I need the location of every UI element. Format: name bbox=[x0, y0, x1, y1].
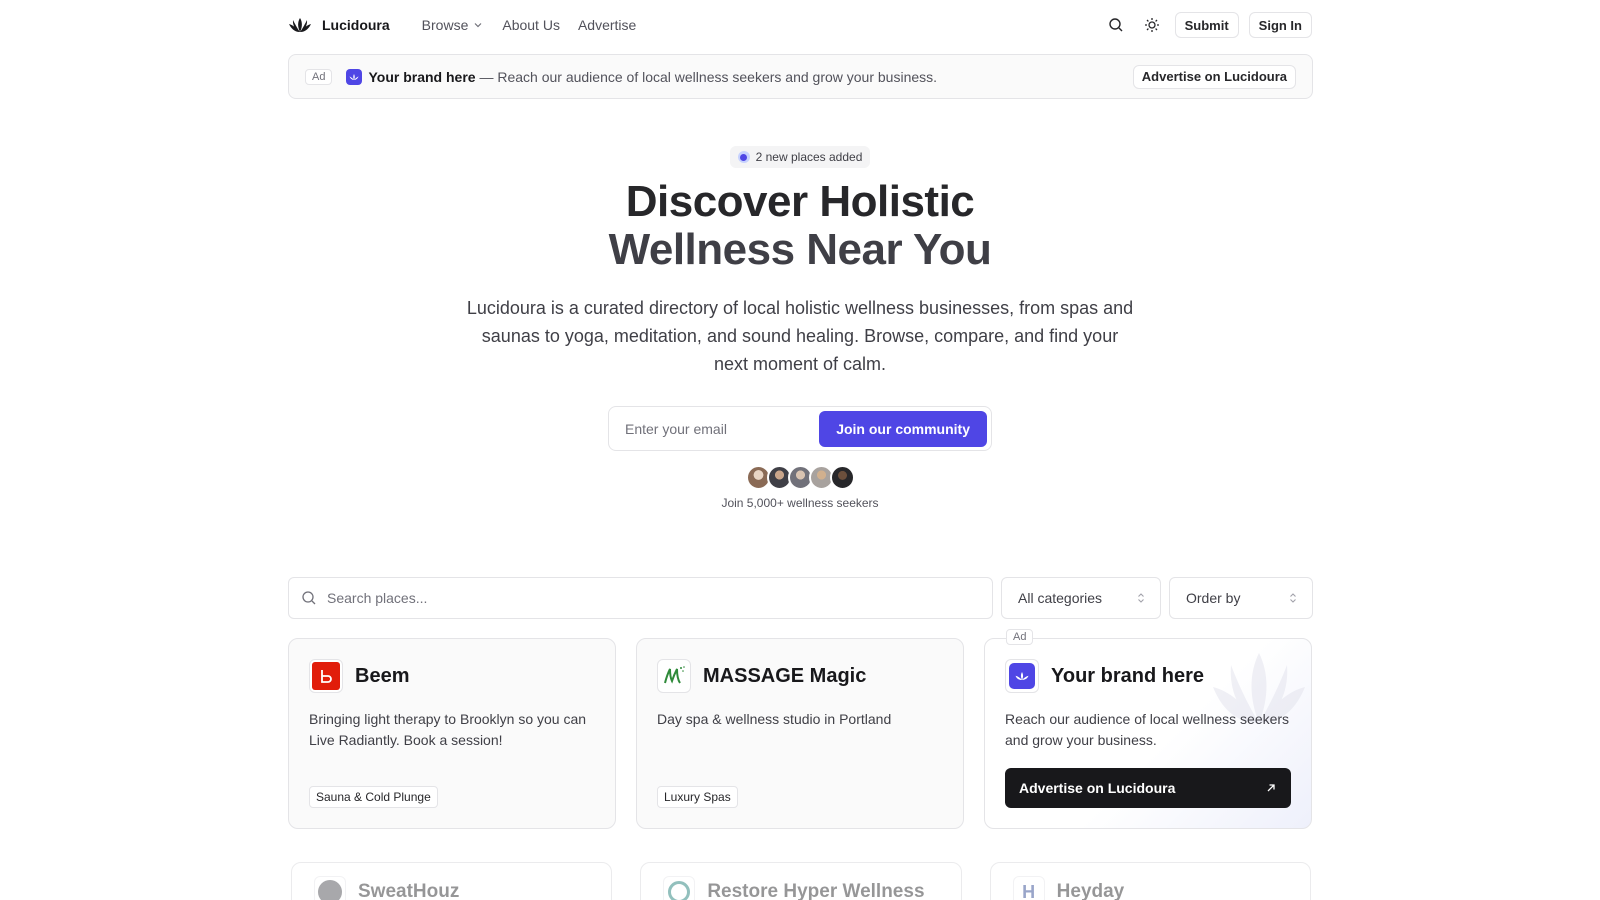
nav-advertise[interactable]: Advertise bbox=[578, 17, 636, 33]
nav-browse-label: Browse bbox=[421, 17, 469, 33]
place-name: Heyday bbox=[1056, 881, 1125, 900]
chevron-up-down-icon bbox=[1290, 593, 1296, 603]
site-header: Lucidoura Browse About Us Advertise Subm… bbox=[288, 0, 1312, 50]
place-name: SweatHouz bbox=[358, 881, 460, 900]
filter-bar: All categories Order by bbox=[288, 577, 1313, 619]
lotus-logo-icon bbox=[288, 13, 312, 37]
category-select[interactable]: All categories bbox=[1001, 577, 1161, 619]
ad-message: Your brand here — Reach our audience of … bbox=[368, 69, 937, 85]
sign-in-button[interactable]: Sign In bbox=[1248, 12, 1312, 38]
places-grid-row-2: SweatHouz Restore Hyper Wellness H Heyda… bbox=[291, 862, 1311, 900]
submit-button[interactable]: Submit bbox=[1174, 12, 1239, 38]
nav-about-us[interactable]: About Us bbox=[502, 17, 560, 33]
ad-label: Ad bbox=[305, 68, 333, 85]
order-by-select[interactable]: Order by bbox=[1169, 577, 1313, 619]
ad-card-wrapper: Ad Your brand here Reach our audience of… bbox=[984, 629, 1312, 829]
search-icon bbox=[302, 591, 316, 605]
ad-card-title: Your brand here bbox=[1051, 664, 1204, 687]
top-ad-banner: Ad Your brand here — Reach our audience … bbox=[288, 54, 1313, 99]
nav-browse[interactable]: Browse bbox=[422, 17, 485, 33]
sweathouz-logo-icon bbox=[314, 876, 346, 900]
join-community-button[interactable]: Join our community bbox=[819, 410, 987, 447]
advertise-cta-button[interactable]: Advertise on Lucidoura bbox=[1005, 768, 1291, 808]
ad-label: Ad bbox=[1006, 629, 1034, 645]
newsletter-form: Join our community bbox=[608, 406, 992, 451]
search-places-box bbox=[288, 577, 993, 619]
order-by-value: Order by bbox=[1186, 590, 1241, 606]
brand-placeholder-icon bbox=[346, 68, 363, 85]
new-places-badge[interactable]: 2 new places added bbox=[729, 146, 871, 168]
search-places-input[interactable] bbox=[327, 590, 980, 606]
sun-icon bbox=[1144, 18, 1159, 32]
search-button[interactable] bbox=[1103, 12, 1129, 38]
chevron-up-down-icon bbox=[1138, 593, 1144, 603]
brand-logo-link[interactable]: Lucidoura bbox=[288, 13, 390, 37]
place-card-massage-magic[interactable]: MASSAGE Magic Day spa & wellness studio … bbox=[636, 638, 964, 829]
main-nav: Browse About Us Advertise bbox=[422, 17, 637, 33]
place-card-beem[interactable]: Beem Bringing light therapy to Brooklyn … bbox=[288, 638, 616, 829]
heyday-logo-icon: H bbox=[1012, 876, 1045, 900]
ad-brand-text: Your brand here bbox=[368, 68, 476, 85]
place-card-sweathouz[interactable]: SweatHouz bbox=[291, 862, 613, 900]
ad-body-text: — Reach our audience of local wellness s… bbox=[475, 68, 938, 85]
beem-logo-icon bbox=[309, 659, 343, 693]
category-tag[interactable]: Sauna & Cold Plunge bbox=[309, 786, 438, 808]
theme-toggle-button[interactable] bbox=[1139, 12, 1165, 38]
place-name: Restore Hyper Wellness bbox=[707, 881, 925, 900]
category-select-value: All categories bbox=[1018, 590, 1103, 606]
advertise-cta-label: Advertise on Lucidoura bbox=[1019, 780, 1176, 796]
brand-placeholder-icon bbox=[1005, 659, 1039, 693]
title-line-2: Wellness Near You bbox=[608, 225, 992, 274]
place-name: MASSAGE Magic bbox=[703, 664, 867, 687]
chevron-down-icon bbox=[474, 23, 482, 28]
arrow-up-right-icon bbox=[1267, 784, 1275, 792]
place-card-restore-hyper-wellness[interactable]: Restore Hyper Wellness bbox=[640, 862, 962, 900]
page-title: Discover Holistic Wellness Near You bbox=[609, 178, 992, 274]
place-description: Day spa & wellness studio in Portland bbox=[657, 711, 892, 727]
search-icon bbox=[1108, 18, 1123, 32]
ad-card-description: Reach our audience of local wellness see… bbox=[1005, 711, 1290, 748]
place-description: Bringing light therapy to Brooklyn so yo… bbox=[309, 711, 587, 748]
brand-name: Lucidoura bbox=[322, 17, 390, 33]
hero-description: Lucidoura is a curated directory of loca… bbox=[466, 298, 1134, 374]
places-grid: Beem Bringing light therapy to Brooklyn … bbox=[288, 629, 1313, 829]
place-card-heyday[interactable]: H Heyday bbox=[989, 862, 1311, 900]
avatar-group bbox=[745, 465, 855, 490]
email-input[interactable] bbox=[613, 411, 820, 446]
ad-card[interactable]: Your brand here Reach our audience of lo… bbox=[984, 638, 1312, 829]
new-places-text: 2 new places added bbox=[755, 150, 863, 164]
massage-magic-logo-icon bbox=[657, 659, 691, 693]
restore-logo-icon bbox=[663, 876, 696, 900]
advertise-button[interactable]: Advertise on Lucidoura bbox=[1132, 64, 1296, 89]
title-line-1: Discover Holistic bbox=[625, 177, 975, 226]
community-count-text: Join 5,000+ wellness seekers bbox=[721, 496, 879, 510]
status-dot-icon bbox=[737, 151, 750, 163]
avatar bbox=[829, 465, 855, 490]
place-name: Beem bbox=[355, 664, 410, 687]
hero-section: 2 new places added Discover Holistic Wel… bbox=[0, 146, 1600, 510]
category-tag[interactable]: Luxury Spas bbox=[657, 786, 738, 808]
